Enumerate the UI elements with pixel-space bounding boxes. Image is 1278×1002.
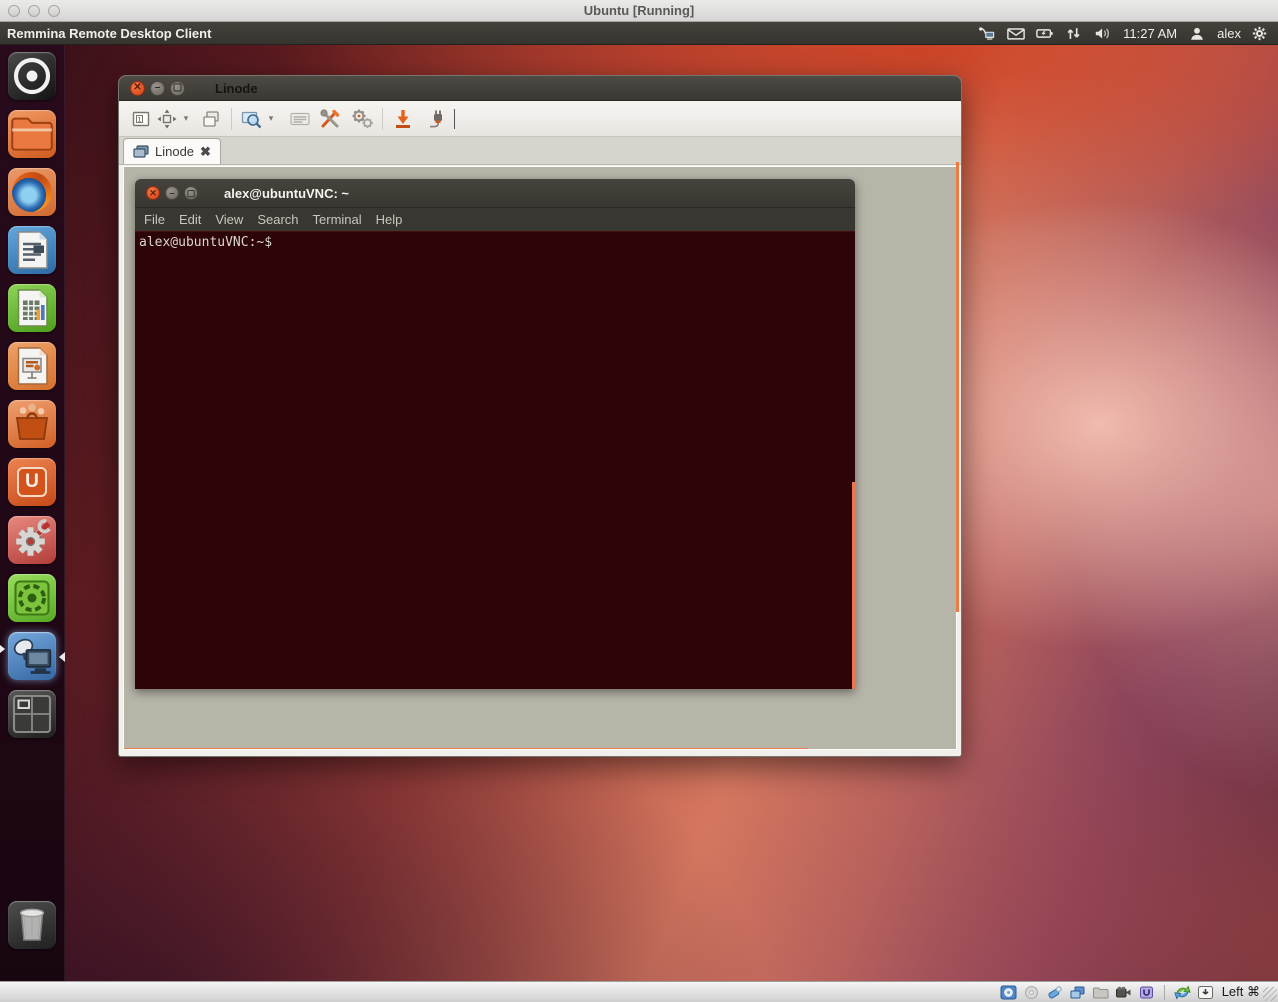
battery-indicator-icon[interactable] [1036, 26, 1054, 41]
remmina-icon[interactable] [8, 632, 56, 680]
preferences-tools-icon[interactable] [317, 106, 343, 132]
remmina-minimize-button[interactable]: – [150, 81, 165, 96]
menu-file[interactable]: File [144, 212, 174, 227]
zoom-options-icon[interactable] [239, 106, 265, 132]
remmina-close-button[interactable]: ✕ [130, 81, 145, 96]
menu-help[interactable]: Help [376, 212, 412, 227]
terminal-prompt: alex@ubuntuVNC:~$ [139, 235, 272, 250]
terminal-body[interactable]: alex@ubuntuVNC:~$ [135, 231, 855, 689]
ubuntu-desktop: Remmina Remote Desktop Client 11:27 AM a… [0, 22, 1278, 981]
session-gear-icon[interactable] [1252, 26, 1270, 41]
video-capture-icon[interactable] [1115, 985, 1132, 1000]
software-center-icon[interactable] [8, 400, 56, 448]
sync-arrows-icon[interactable] [1065, 26, 1083, 41]
resize-grip[interactable] [1263, 987, 1277, 1001]
volume-indicator-icon[interactable] [1094, 26, 1112, 41]
remmina-window-title: Linode [215, 81, 258, 96]
remmina-titlebar[interactable]: ✕ – ▢ Linode [119, 76, 961, 101]
trash-icon[interactable] [8, 901, 56, 949]
disconnect-plug-icon[interactable] [424, 106, 450, 132]
terminal-window-title: alex@ubuntuVNC: ~ [224, 186, 349, 201]
fit-window-icon[interactable] [154, 106, 180, 132]
optical-disc-icon[interactable] [1023, 985, 1040, 1000]
menu-edit[interactable]: Edit [179, 212, 210, 227]
unity-launcher: U [0, 45, 65, 981]
panel-clock[interactable]: 11:27 AM [1123, 26, 1177, 41]
vm-window-titlebar: Ubuntu [Running] [0, 0, 1278, 22]
remmina-maximize-button[interactable]: ▢ [170, 81, 185, 96]
remmina-window: ✕ – ▢ Linode 1 ▾ ▾ [118, 75, 962, 757]
keyboard-grab-icon[interactable] [287, 106, 313, 132]
focused-indicator-arrow [59, 652, 65, 662]
toolbar-separator [231, 108, 232, 130]
vnc-edge-artifact [956, 162, 959, 612]
mail-indicator-icon[interactable] [1007, 26, 1025, 41]
terminal-menubar: File Edit View Search Terminal Help [135, 208, 855, 231]
connection-settings-gears-icon[interactable] [349, 106, 375, 132]
mouse-integration-icon[interactable] [1174, 985, 1191, 1000]
tab-label: Linode [155, 144, 194, 159]
vnc-redraw-artifact-horizontal [124, 748, 808, 750]
shared-folders-icon[interactable] [1092, 985, 1109, 1000]
tab-linode[interactable]: Linode ✖ [123, 138, 221, 164]
libreoffice-writer-icon[interactable] [8, 226, 56, 274]
usb-icon[interactable] [1046, 985, 1063, 1000]
vnc-viewport[interactable]: ✕ – ▢ alex@ubuntuVNC: ~ File Edit View S… [123, 166, 957, 750]
hard-disk-icon[interactable] [1000, 985, 1017, 1000]
scale-toggle-icon[interactable] [198, 106, 224, 132]
panel-tray: 11:27 AM alex [978, 26, 1278, 41]
workspace-switcher-icon[interactable] [8, 690, 56, 738]
terminal-close-button[interactable]: ✕ [146, 186, 160, 200]
system-settings-icon[interactable] [8, 516, 56, 564]
vnc-redraw-artifact-vertical [852, 482, 856, 689]
network-adapters-icon[interactable] [1069, 985, 1086, 1000]
ubuntu-top-panel: Remmina Remote Desktop Client 11:27 AM a… [0, 22, 1278, 45]
menu-search[interactable]: Search [257, 212, 307, 227]
dash-home-button[interactable] [8, 52, 56, 100]
screenshot-download-icon[interactable] [390, 106, 416, 132]
keyboard-capture-icon[interactable] [1197, 985, 1214, 1000]
terminal-minimize-button[interactable]: – [165, 186, 179, 200]
files-icon[interactable] [8, 110, 56, 158]
ubuntu-one-icon[interactable]: U [8, 458, 56, 506]
software-updater-icon[interactable] [8, 574, 56, 622]
tab-close-icon[interactable]: ✖ [200, 145, 211, 158]
terminal-maximize-button[interactable]: ▢ [184, 186, 198, 200]
fit-window-dropdown[interactable]: ▾ [180, 113, 192, 124]
terminal-window: ✕ – ▢ alex@ubuntuVNC: ~ File Edit View S… [135, 179, 855, 689]
toolbar-separator [382, 108, 383, 130]
panel-username[interactable]: alex [1217, 26, 1241, 41]
host-key-label: Left ⌘ [1222, 984, 1260, 1000]
libreoffice-impress-icon[interactable] [8, 342, 56, 390]
running-indicator-arrow [0, 645, 5, 653]
terminal-titlebar[interactable]: ✕ – ▢ alex@ubuntuVNC: ~ [135, 179, 855, 208]
firefox-icon[interactable] [8, 168, 56, 216]
menu-terminal[interactable]: Terminal [313, 212, 371, 227]
toggle-fullscreen-icon[interactable]: 1 [128, 106, 154, 132]
svg-text:1: 1 [137, 115, 141, 123]
user-indicator-icon[interactable] [1188, 26, 1206, 41]
statusbar-separator [1164, 985, 1165, 1000]
toolbar-cursor-line [454, 109, 455, 129]
libreoffice-calc-icon[interactable] [8, 284, 56, 332]
network-indicator-icon[interactable] [978, 26, 996, 41]
remmina-tabbar: Linode ✖ [119, 137, 961, 165]
panel-app-title: Remmina Remote Desktop Client [0, 26, 211, 41]
remmina-toolbar: 1 ▾ ▾ [119, 101, 961, 137]
virtualization-chip-icon[interactable] [1138, 985, 1155, 1000]
menu-view[interactable]: View [215, 212, 252, 227]
tab-folder-icon [133, 145, 149, 158]
virtualbox-statusbar: Left ⌘ [0, 981, 1278, 1002]
vm-window-title: Ubuntu [Running] [0, 0, 1278, 22]
zoom-dropdown[interactable]: ▾ [265, 113, 277, 124]
